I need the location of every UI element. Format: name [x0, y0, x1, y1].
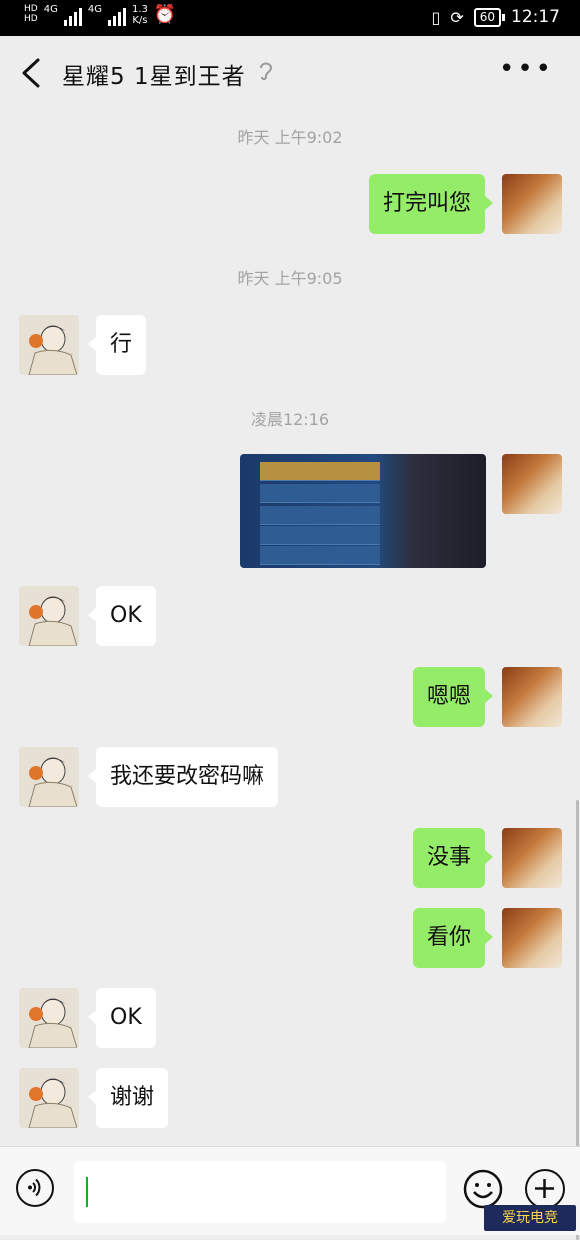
avatar-self[interactable]: [502, 454, 562, 514]
message-bubble-received[interactable]: 行: [87, 315, 147, 375]
alarm-icon: ⏰: [153, 4, 177, 25]
message-bubble-received[interactable]: 我还要改密码嘛: [87, 747, 279, 807]
emoji-icon[interactable]: [463, 1169, 503, 1209]
speed-value: 1.3: [131, 4, 148, 15]
avatar-contact[interactable]: [19, 988, 79, 1048]
message-bubble-received[interactable]: OK: [88, 988, 156, 1048]
ear-icon: [260, 62, 273, 81]
plus-icon[interactable]: [525, 1169, 565, 1209]
avatar-contact[interactable]: [19, 747, 79, 807]
message-bubble-sent[interactable]: 嗯嗯: [412, 667, 494, 727]
signal-icon: [63, 8, 82, 26]
chevron-left-icon[interactable]: [18, 56, 44, 90]
sync-icon: ⟳: [450, 7, 464, 27]
text-cursor: [86, 1177, 88, 1207]
avatar-self[interactable]: [502, 174, 562, 234]
message-list[interactable]: 昨天 上午9:02 打完叫您 昨天 上午9:05 行 凌晨12:16 OK 嗯嗯: [0, 110, 580, 1240]
voice-icon[interactable]: [16, 1169, 54, 1207]
avatar-illustration: [28, 596, 78, 646]
network-type-1: 4G: [43, 4, 58, 15]
vibrate-icon: ▯: [431, 7, 441, 27]
sim1-label: HD: [24, 4, 38, 14]
chat-title: 星耀5 1星到王者: [62, 64, 246, 90]
avatar-contact[interactable]: [19, 586, 79, 646]
network-type-2: 4G: [87, 4, 102, 15]
sim2-label: HD: [24, 14, 38, 24]
timestamp: 昨天 上午9:05: [237, 269, 343, 288]
watermark-logo: 爱玩电竞: [484, 1205, 576, 1231]
avatar-self[interactable]: [502, 828, 562, 888]
avatar-self[interactable]: [502, 667, 562, 727]
avatar-contact[interactable]: [19, 1068, 79, 1128]
sim-indicator: HD HD: [24, 4, 38, 24]
message-input[interactable]: [74, 1161, 446, 1223]
timestamp: 昨天 上午9:02: [237, 128, 343, 147]
clock: 12:17: [511, 7, 560, 27]
input-bar: 爱玩电竞: [0, 1146, 580, 1235]
signal-icon: [107, 8, 126, 26]
message-bubble-sent[interactable]: 打完叫您: [368, 174, 494, 234]
chat-header: 星耀5 1星到王者 •••: [0, 36, 580, 110]
more-icon[interactable]: •••: [499, 54, 554, 84]
message-bubble-sent[interactable]: 看你: [412, 908, 494, 968]
image-message[interactable]: [240, 454, 486, 568]
message-bubble-received[interactable]: OK: [88, 586, 156, 646]
avatar-illustration: [28, 998, 78, 1048]
avatar-illustration: [28, 757, 78, 807]
message-bubble-received[interactable]: 谢谢: [87, 1068, 169, 1128]
timestamp: 凌晨12:16: [250, 410, 330, 429]
avatar-contact[interactable]: [19, 315, 79, 375]
message-bubble-sent[interactable]: 没事: [412, 828, 494, 888]
status-bar: HD HD 4G 4G 1.3 K/s ⏰ ▯ ⟳ 60 12:17: [0, 0, 580, 36]
battery-icon: 60: [473, 7, 506, 27]
avatar-illustration: [28, 1078, 78, 1128]
network-speed: 1.3 K/s: [132, 4, 148, 26]
avatar-self[interactable]: [502, 908, 562, 968]
speed-unit: K/s: [132, 15, 148, 26]
avatar-illustration: [28, 325, 78, 375]
